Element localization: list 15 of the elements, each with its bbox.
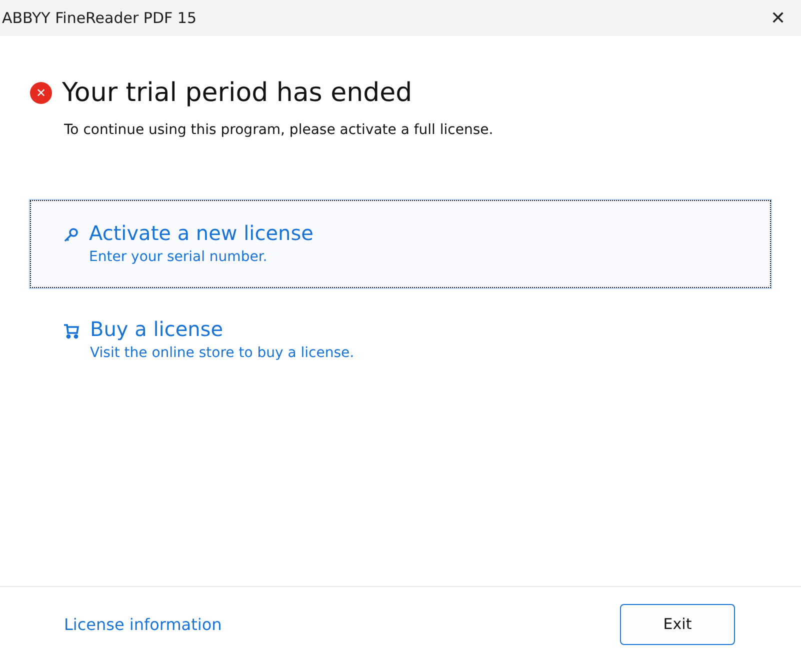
option-title: Buy a license <box>90 317 224 341</box>
message-text: To continue using this program, please activate a full license. <box>64 122 494 138</box>
cart-icon <box>63 323 80 339</box>
license-information-link[interactable]: License information <box>64 614 222 634</box>
error-icon: ✕ <box>30 82 52 104</box>
close-button[interactable]: ✕ <box>755 0 801 36</box>
option-subtitle: Visit the online store to buy a license. <box>90 345 354 361</box>
option-subtitle: Enter your serial number. <box>89 249 268 265</box>
key-icon <box>63 227 79 243</box>
exit-button[interactable]: Exit <box>620 604 735 644</box>
option-title: Activate a new license <box>89 221 314 245</box>
license-option[interactable]: Buy a license Visit the online store to buy a license. <box>30 296 771 384</box>
heading: Your trial period has ended <box>62 78 412 108</box>
window-title: ABBYY FineReader PDF 15 <box>2 9 196 27</box>
license-option[interactable]: Activate a new license Enter your serial number. <box>30 200 771 288</box>
